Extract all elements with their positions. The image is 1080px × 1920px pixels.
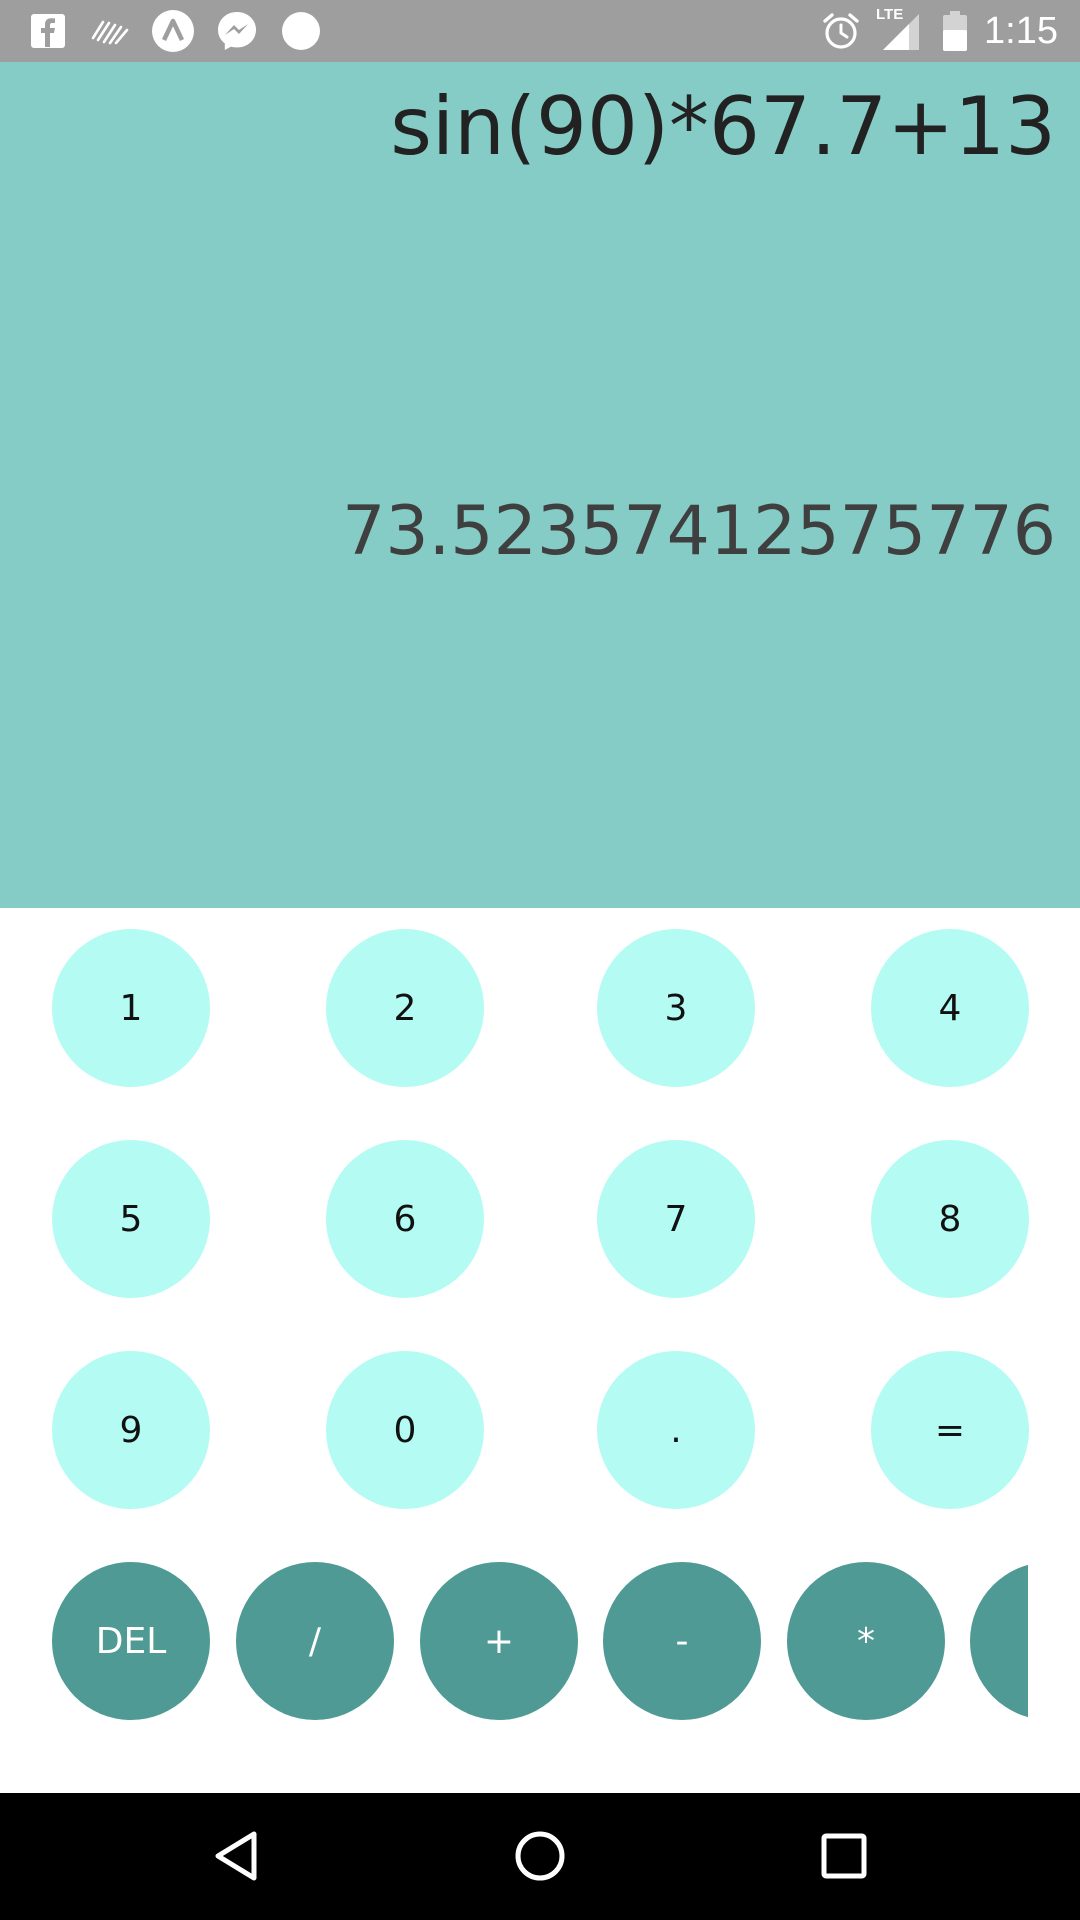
facebook-icon bbox=[28, 10, 68, 52]
lambda-app-icon bbox=[150, 10, 196, 52]
key-9[interactable]: 9 bbox=[52, 1351, 210, 1509]
key-minus[interactable]: - bbox=[603, 1562, 761, 1720]
messenger-icon bbox=[214, 10, 260, 52]
status-time: 1:15 bbox=[984, 10, 1058, 52]
key-delete[interactable]: DEL bbox=[52, 1562, 210, 1720]
keypad: 1 2 3 4 5 6 7 8 9 0 . = DEL / + - * bbox=[0, 908, 1080, 1793]
expression-text: sin(90)*67.7+13 bbox=[390, 80, 1056, 173]
key-5[interactable]: 5 bbox=[52, 1140, 210, 1298]
key-0[interactable]: 0 bbox=[326, 1351, 484, 1509]
battery-icon bbox=[940, 10, 970, 52]
key-7[interactable]: 7 bbox=[597, 1140, 755, 1298]
cell-signal-icon: LTE bbox=[874, 6, 924, 52]
key-3[interactable]: 3 bbox=[597, 929, 755, 1087]
key-equals[interactable]: = bbox=[871, 1351, 1029, 1509]
alarm-icon bbox=[818, 10, 864, 52]
key-divide[interactable]: / bbox=[236, 1562, 394, 1720]
operator-overflow bbox=[970, 1562, 1028, 1720]
calculator-display: sin(90)*67.7+13 73.52357412575776 bbox=[0, 62, 1080, 908]
key-8[interactable]: 8 bbox=[871, 1140, 1029, 1298]
network-type-label: LTE bbox=[876, 6, 904, 23]
status-bar: LTE 1:15 bbox=[0, 0, 1080, 62]
back-icon[interactable] bbox=[206, 1826, 266, 1886]
key-operator-partial[interactable] bbox=[970, 1562, 1028, 1720]
key-2[interactable]: 2 bbox=[326, 929, 484, 1087]
home-icon[interactable] bbox=[510, 1826, 570, 1886]
signal-app-icon bbox=[88, 10, 134, 52]
key-multiply[interactable]: * bbox=[787, 1562, 945, 1720]
recents-icon[interactable] bbox=[814, 1826, 874, 1886]
key-decimal[interactable]: . bbox=[597, 1351, 755, 1509]
result-text: 73.52357412575776 bbox=[342, 492, 1056, 571]
dot-notification-icon bbox=[279, 10, 323, 52]
key-1[interactable]: 1 bbox=[52, 929, 210, 1087]
navigation-bar bbox=[0, 1793, 1080, 1920]
key-4[interactable]: 4 bbox=[871, 929, 1029, 1087]
key-6[interactable]: 6 bbox=[326, 1140, 484, 1298]
key-plus[interactable]: + bbox=[420, 1562, 578, 1720]
